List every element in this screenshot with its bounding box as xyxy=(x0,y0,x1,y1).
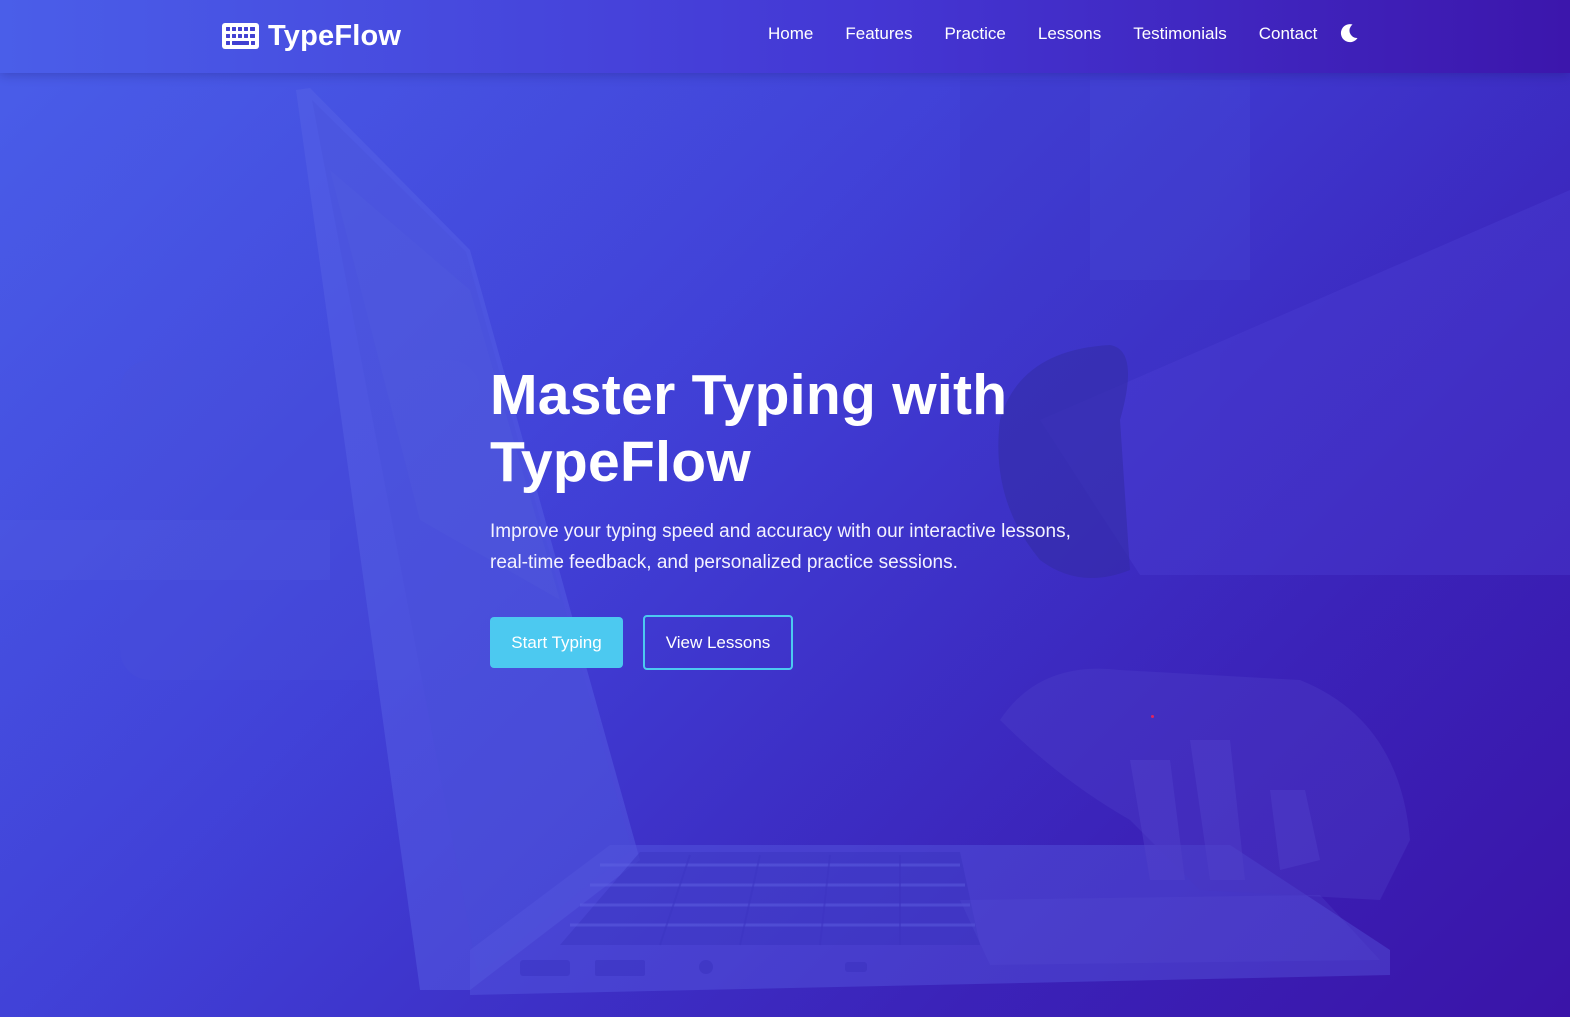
nav-link-testimonials[interactable]: Testimonials xyxy=(1133,22,1227,46)
nav-link-home[interactable]: Home xyxy=(768,22,813,46)
cursor-dot xyxy=(1151,715,1154,718)
hero-subtitle-line-2: real-time feedback, and personalized pra… xyxy=(490,552,958,573)
nav-link-features[interactable]: Features xyxy=(845,22,912,46)
hero-subtitle-line-1: Improve your typing speed and accuracy w… xyxy=(490,521,1071,542)
nav-menu: Home Features Practice Lessons Testimoni… xyxy=(768,22,1349,46)
page: TypeFlow Home Features Practice Lessons … xyxy=(0,0,1570,1017)
hero-buttons: Start Typing View Lessons xyxy=(490,615,1130,670)
nav-link-lessons[interactable]: Lessons xyxy=(1038,22,1101,46)
hero-title-line-1: Master Typing with xyxy=(490,363,1008,427)
navbar: TypeFlow Home Features Practice Lessons … xyxy=(0,0,1570,73)
nav-link-practice[interactable]: Practice xyxy=(944,22,1005,46)
hero-title-line-2: TypeFlow xyxy=(490,430,752,494)
hero-title: Master Typing with TypeFlow xyxy=(490,362,1130,496)
start-typing-button[interactable]: Start Typing xyxy=(490,617,623,668)
hero-section: Master Typing with TypeFlow Improve your… xyxy=(490,362,1130,670)
nav-link-contact[interactable]: Contact xyxy=(1259,22,1318,46)
moon-icon[interactable] xyxy=(1338,22,1360,44)
brand-name: TypeFlow xyxy=(268,19,402,52)
brand-logo[interactable]: TypeFlow xyxy=(222,16,401,56)
hero-subtitle: Improve your typing speed and accuracy w… xyxy=(490,516,1130,578)
view-lessons-button[interactable]: View Lessons xyxy=(643,615,793,670)
keyboard-icon xyxy=(222,23,259,49)
